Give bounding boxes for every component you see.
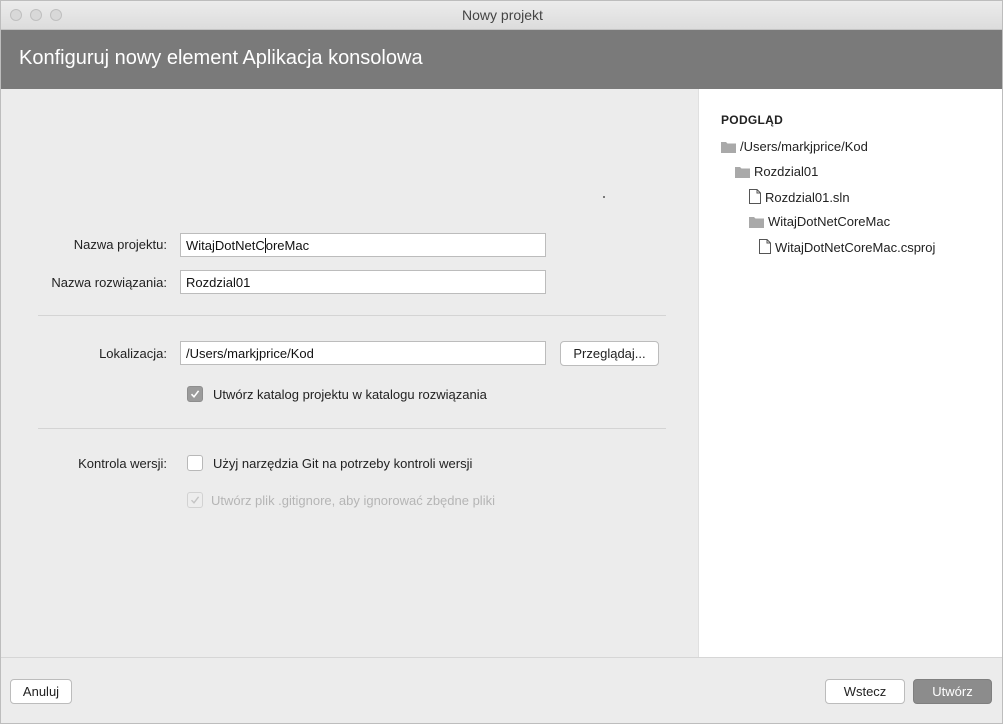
tree-item-root: /Users/markjprice/Kod bbox=[721, 139, 868, 157]
separator bbox=[38, 315, 666, 316]
vcs-label: Kontrola wersji: bbox=[78, 456, 167, 471]
preview-panel: PODGLĄD /Users/markjprice/Kod Rozdzial01… bbox=[698, 89, 1002, 657]
tree-item-label: Rozdzial01.sln bbox=[765, 190, 850, 205]
use-git-label: Użyj narzędzia Git na potrzeby kontroli … bbox=[213, 456, 473, 471]
gitignore-checkbox[interactable] bbox=[187, 492, 203, 508]
preview-title: PODGLĄD bbox=[721, 113, 784, 127]
folder-icon bbox=[721, 142, 736, 153]
cancel-button[interactable]: Anuluj bbox=[10, 679, 72, 704]
tree-item-label: /Users/markjprice/Kod bbox=[740, 139, 868, 154]
footer-bar: Anuluj Wstecz Utwórz bbox=[1, 657, 1002, 723]
create-dir-checkbox[interactable] bbox=[187, 386, 203, 402]
tree-item-label: Rozdzial01 bbox=[754, 164, 819, 179]
window-title: Nowy projekt bbox=[462, 7, 543, 23]
tree-item-solution-file: Rozdzial01.sln bbox=[749, 189, 850, 207]
folder-icon bbox=[735, 167, 750, 178]
header-banner: Konfiguruj nowy element Aplikacja konsol… bbox=[1, 30, 1002, 89]
solution-name-input[interactable]: Rozdzial01 bbox=[180, 270, 546, 294]
stray-dot bbox=[603, 196, 605, 198]
tree-item-project-folder: WitajDotNetCoreMac bbox=[749, 214, 890, 232]
new-project-window: Nowy projekt Konfiguruj nowy element Apl… bbox=[0, 0, 1003, 724]
tree-item-solution-folder: Rozdzial01 bbox=[735, 164, 818, 182]
separator bbox=[38, 428, 666, 429]
browse-button[interactable]: Przeglądaj... bbox=[560, 341, 659, 366]
project-name-label: Nazwa projektu: bbox=[73, 237, 167, 252]
file-icon bbox=[749, 189, 761, 204]
file-icon bbox=[759, 239, 771, 254]
tree-item-project-file: WitajDotNetCoreMac.csproj bbox=[759, 239, 935, 257]
configuration-form: Nazwa projektu: WitajDotNetCoreMac Nazwa… bbox=[1, 89, 698, 657]
location-input[interactable]: /Users/markjprice/Kod bbox=[180, 341, 546, 365]
gitignore-label: Utwórz plik .gitignore, aby ignorować zb… bbox=[211, 493, 495, 508]
create-dir-label: Utwórz katalog projektu w katalogu rozwi… bbox=[213, 387, 487, 402]
project-name-input[interactable]: WitajDotNetCoreMac bbox=[180, 233, 546, 257]
tree-item-label: WitajDotNetCoreMac.csproj bbox=[775, 240, 936, 255]
back-button[interactable]: Wstecz bbox=[825, 679, 905, 704]
use-git-checkbox[interactable] bbox=[187, 455, 203, 471]
folder-icon bbox=[749, 217, 764, 228]
tree-item-label: WitajDotNetCoreMac bbox=[768, 214, 891, 229]
checkmark-icon bbox=[190, 496, 200, 504]
solution-name-label: Nazwa rozwiązania: bbox=[51, 275, 167, 290]
title-bar: Nowy projekt bbox=[1, 1, 1002, 30]
project-name-value-end: oreMac bbox=[265, 238, 310, 253]
project-name-value-start: WitajDotNetC bbox=[186, 238, 265, 253]
checkmark-icon bbox=[190, 390, 200, 399]
page-title: Konfiguruj nowy element Aplikacja konsol… bbox=[19, 47, 423, 69]
create-button[interactable]: Utwórz bbox=[913, 679, 992, 704]
location-label: Lokalizacja: bbox=[99, 346, 167, 361]
